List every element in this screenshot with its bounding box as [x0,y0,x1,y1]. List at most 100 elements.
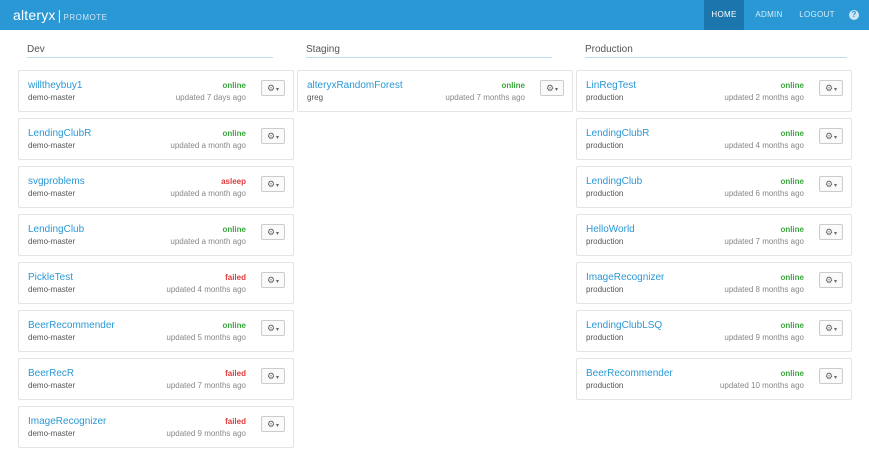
gear-icon: ⚙ [266,227,276,237]
model-actions-dropdown[interactable]: ⚙▾ [819,272,843,288]
model-name-link[interactable]: LendingClub [28,224,84,235]
model-card: LendingClubR demo-master online updated a m… [18,118,294,160]
caret-down-icon: ▾ [276,231,280,237]
model-branch: demo-master [28,141,76,150]
model-actions-dropdown[interactable]: ⚙▾ [819,176,843,192]
model-branch: greg [307,93,324,102]
model-card: LendingClubR production online updated 4 mo… [576,118,852,160]
model-updated: updated 8 months ago [724,285,804,294]
model-actions-dropdown[interactable]: ⚙▾ [261,80,285,96]
model-actions-dropdown[interactable]: ⚙▾ [261,272,285,288]
model-name-link[interactable]: ImageRecognizer [28,416,106,427]
model-status: failed [225,369,246,378]
model-name-link[interactable]: LendingClubR [586,128,649,139]
gear-icon: ⚙ [266,131,276,141]
caret-down-icon: ▾ [834,87,838,93]
model-status: failed [225,417,246,426]
gear-icon: ⚙ [824,371,834,381]
model-branch: demo-master [28,381,76,390]
brand-separator: | [57,7,62,23]
model-actions-dropdown[interactable]: ⚙▾ [261,224,285,240]
brand-logo[interactable]: alteryx | PROMOTE [13,7,107,23]
model-actions-dropdown[interactable]: ⚙▾ [819,80,843,96]
model-card: willtheybuy1 demo-master online updated 7 d… [18,70,294,112]
caret-down-icon: ▾ [276,135,280,141]
caret-down-icon: ▾ [555,87,559,93]
model-branch: production [586,381,624,390]
question-circle-icon[interactable]: ? [849,10,859,20]
model-branch: production [586,237,624,246]
model-branch: production [586,333,624,342]
gear-icon: ⚙ [266,371,276,381]
model-branch: demo-master [28,93,76,102]
model-name-link[interactable]: LinRegTest [586,80,636,91]
gear-icon: ⚙ [266,275,276,285]
gear-icon: ⚙ [266,323,276,333]
model-name-link[interactable]: alteryxRandomForest [307,80,403,91]
caret-down-icon: ▾ [276,375,280,381]
model-status: online [501,81,525,90]
caret-down-icon: ▾ [834,279,838,285]
nav-home[interactable]: HOME [704,0,744,30]
model-updated: updated 7 months ago [724,237,804,246]
model-card: LendingClubLSQ production online updated 9 … [576,310,852,352]
model-status: online [780,225,804,234]
model-name-link[interactable]: PickleTest [28,272,73,283]
model-card: BeerRecommender production online updated 1… [576,358,852,400]
model-name-link[interactable]: willtheybuy1 [28,80,82,91]
model-updated: updated 2 months ago [724,93,804,102]
model-actions-dropdown[interactable]: ⚙▾ [819,128,843,144]
nav-logout[interactable]: LOGOUT [794,0,840,30]
model-name-link[interactable]: svgproblems [28,176,85,187]
model-name-link[interactable]: BeerRecommender [28,320,115,331]
model-card: LendingClub demo-master online updated a mo… [18,214,294,256]
caret-down-icon: ▾ [276,183,280,189]
model-actions-dropdown[interactable]: ⚙▾ [540,80,564,96]
model-name-link[interactable]: LendingClub [586,176,642,187]
column-divider [585,57,847,58]
gear-icon: ⚙ [824,227,834,237]
model-updated: updated a month ago [170,141,246,150]
model-actions-dropdown[interactable]: ⚙▾ [819,320,843,336]
model-card: ImageRecognizer demo-master failed updated … [18,406,294,448]
model-name-link[interactable]: BeerRecR [28,368,74,379]
model-name-link[interactable]: BeerRecommender [586,368,673,379]
model-status: online [780,81,804,90]
model-updated: updated a month ago [170,237,246,246]
model-actions-dropdown[interactable]: ⚙▾ [261,128,285,144]
model-branch: demo-master [28,237,76,246]
model-actions-dropdown[interactable]: ⚙▾ [261,416,285,432]
brand-name: alteryx [13,7,56,23]
model-branch: demo-master [28,285,76,294]
nav-admin[interactable]: ADMIN [748,0,790,30]
gear-icon: ⚙ [266,179,276,189]
gear-icon: ⚙ [824,275,834,285]
model-status: online [780,177,804,186]
model-card: alteryxRandomForest greg online updated 7 m… [297,70,573,112]
model-status: online [780,321,804,330]
caret-down-icon: ▾ [276,87,280,93]
model-updated: updated 7 days ago [175,93,246,102]
model-status: online [222,321,246,330]
model-card: LendingClub production online updated 6 mon… [576,166,852,208]
model-actions-dropdown[interactable]: ⚙▾ [261,368,285,384]
model-card: LinRegTest production online updated 2 mont… [576,70,852,112]
gear-icon: ⚙ [266,419,276,429]
gear-icon: ⚙ [545,83,555,93]
model-actions-dropdown[interactable]: ⚙▾ [261,176,285,192]
model-name-link[interactable]: HelloWorld [586,224,635,235]
model-updated: updated 10 months ago [719,381,804,390]
model-status: online [780,369,804,378]
model-status: online [780,273,804,282]
model-actions-dropdown[interactable]: ⚙▾ [261,320,285,336]
model-updated: updated 6 months ago [724,189,804,198]
model-name-link[interactable]: LendingClubLSQ [586,320,662,331]
model-name-link[interactable]: LendingClubR [28,128,91,139]
model-status: online [222,81,246,90]
column-title-staging: Staging [306,44,340,55]
model-actions-dropdown[interactable]: ⚙▾ [819,224,843,240]
caret-down-icon: ▾ [276,327,280,333]
model-actions-dropdown[interactable]: ⚙▾ [819,368,843,384]
model-branch: production [586,141,624,150]
model-name-link[interactable]: ImageRecognizer [586,272,664,283]
